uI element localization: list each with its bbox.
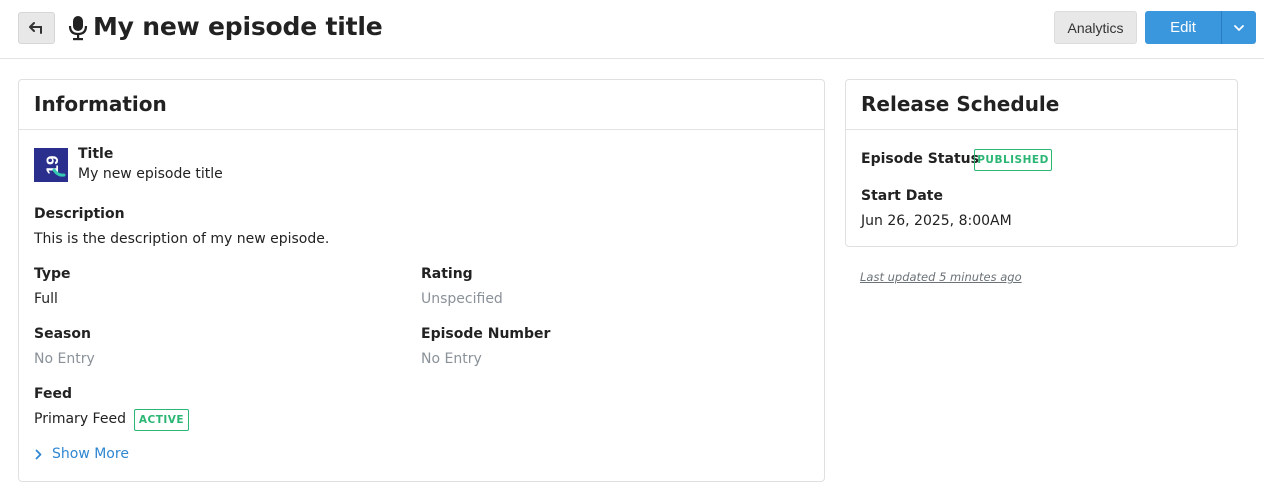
edit-options-dropdown[interactable] (1221, 11, 1256, 44)
feed-label: Feed (34, 386, 73, 402)
title-value: My new episode title (78, 166, 223, 182)
back-button[interactable] (18, 12, 55, 44)
type-value: Full (34, 291, 58, 307)
chevron-right-icon (35, 449, 42, 459)
release-card-header: Release Schedule (846, 80, 1237, 130)
title-label: Title (78, 146, 114, 162)
information-card-header: Information (19, 80, 824, 130)
back-arrow-icon (28, 22, 42, 34)
show-more-link[interactable]: Show More (35, 446, 129, 462)
season-label: Season (34, 326, 91, 342)
thumbnail-text: 19 (43, 156, 62, 175)
start-date-label: Start Date (861, 188, 943, 204)
page-title: My new episode title (93, 12, 383, 41)
information-card: Information 19 Title My new episode titl… (18, 79, 825, 482)
microphone-icon (68, 16, 88, 41)
start-date-value: Jun 26, 2025, 8:00AM (861, 213, 1012, 229)
release-schedule-heading: Release Schedule (861, 92, 1060, 116)
episode-status-badge: PUBLISHED (974, 149, 1052, 171)
description-label: Description (34, 206, 125, 222)
description-value: This is the description of my new episod… (34, 231, 330, 247)
rating-value: Unspecified (421, 291, 503, 307)
last-updated-link[interactable]: Last updated 5 minutes ago (860, 270, 1022, 284)
rating-label: Rating (421, 266, 473, 282)
edit-button[interactable]: Edit (1145, 11, 1221, 44)
episode-status-label: Episode Status (861, 151, 979, 167)
episode-number-value: No Entry (421, 351, 482, 367)
top-bar: My new episode title Analytics Edit (0, 0, 1264, 59)
feed-value: Primary Feed (34, 411, 126, 427)
information-heading: Information (34, 92, 167, 116)
thumbnail-art: 19 (43, 156, 66, 177)
episode-thumbnail: 19 (34, 148, 68, 182)
feed-status-badge: ACTIVE (134, 409, 189, 431)
season-value: No Entry (34, 351, 95, 367)
show-more-label: Show More (52, 446, 129, 462)
release-schedule-card: Release Schedule Episode Status PUBLISHE… (845, 79, 1238, 247)
chevron-down-icon (1234, 24, 1244, 31)
type-label: Type (34, 266, 71, 282)
episode-number-label: Episode Number (421, 326, 551, 342)
analytics-button[interactable]: Analytics (1054, 11, 1137, 44)
